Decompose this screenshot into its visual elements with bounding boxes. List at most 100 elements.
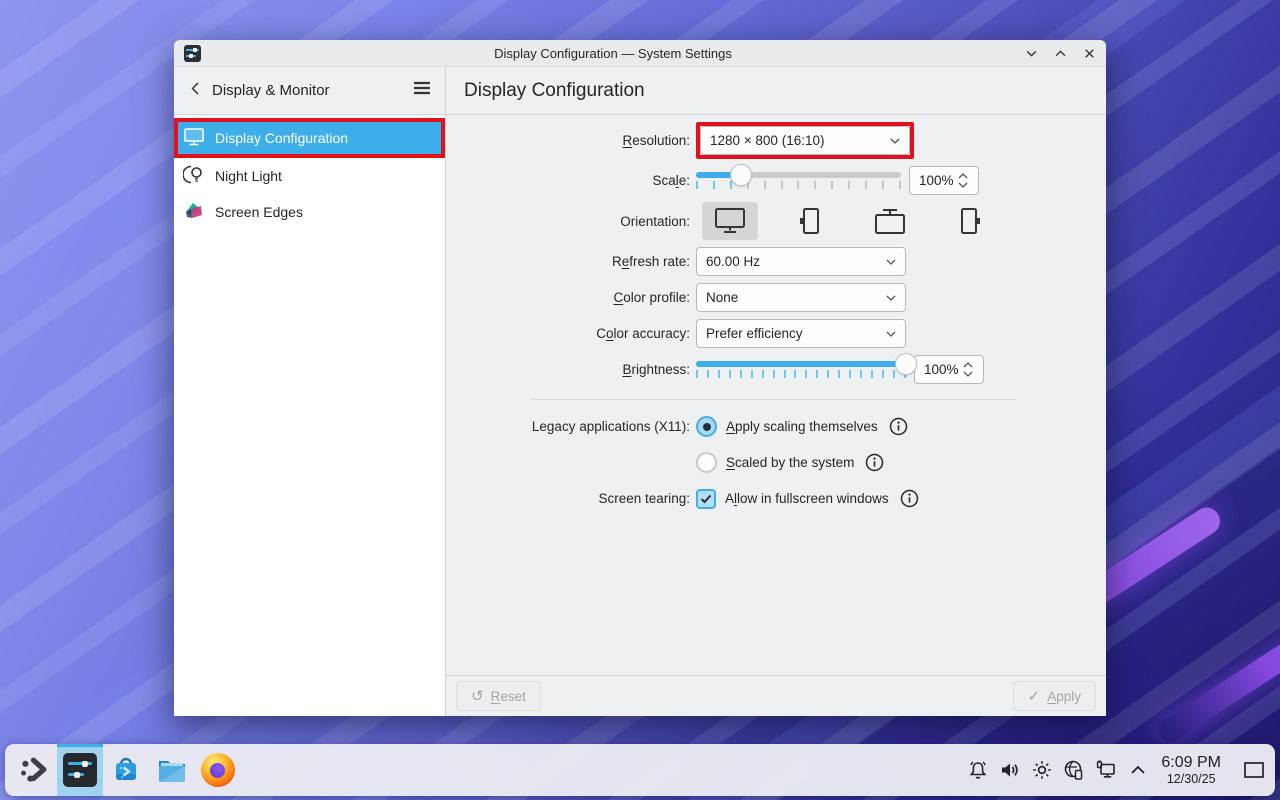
breadcrumb[interactable]: Display & Monitor (212, 82, 413, 99)
clock-date: 12/30/25 (1167, 772, 1216, 786)
check-icon (700, 494, 712, 504)
show-desktop-icon (1243, 761, 1265, 779)
scale-slider[interactable] (696, 166, 901, 195)
screen-tearing-label: Screen tearing: (446, 491, 696, 506)
spin-down-icon (958, 182, 968, 188)
clock-time: 6:09 PM (1161, 754, 1221, 772)
chevron-down-icon (886, 295, 896, 301)
discover-icon (109, 753, 143, 787)
apply-button[interactable]: ✓ Apply (1013, 681, 1096, 711)
show-desktop-button[interactable] (1239, 750, 1269, 790)
scale-label: Scale: (446, 173, 696, 188)
sidebar-item-label: Night Light (215, 168, 282, 184)
refresh-rate-dropdown[interactable]: 60.00 Hz (696, 247, 906, 276)
resolution-dropdown[interactable]: 1280 × 800 (16:10) (700, 126, 910, 155)
monitor-icon (183, 126, 205, 150)
kde-launcher-icon (18, 756, 50, 784)
info-icon[interactable] (865, 453, 884, 472)
brightness-row: Brightness: 100% (446, 355, 1106, 384)
legacy-x11-label: Legacy applications (X11): (446, 419, 696, 434)
scale-slider-handle[interactable] (730, 164, 752, 186)
display-config-form: Resolution: 1280 × 800 (16:10) Scale: (446, 115, 1106, 675)
brightness-slider[interactable] (696, 355, 906, 384)
back-icon[interactable] (188, 81, 202, 101)
minimize-icon[interactable] (1025, 47, 1038, 60)
color-profile-row: Color profile: None (446, 283, 1106, 312)
spin-down-icon (963, 371, 973, 377)
orientation-landscape-flipped-button[interactable] (862, 202, 918, 240)
brightness-icon[interactable] (1029, 757, 1055, 783)
brightness-label: Brightness: (446, 362, 696, 377)
system-settings-app-icon (184, 45, 201, 62)
taskbar-item-firefox[interactable] (195, 744, 241, 796)
color-accuracy-dropdown[interactable]: Prefer efficiency (696, 319, 906, 348)
color-profile-value: None (706, 290, 886, 305)
app-launcher-button[interactable] (11, 744, 57, 796)
info-icon[interactable] (889, 417, 908, 436)
color-accuracy-value: Prefer efficiency (706, 326, 886, 341)
maximize-icon[interactable] (1054, 47, 1067, 60)
orientation-portrait-button[interactable] (782, 202, 838, 240)
brightness-slider-handle[interactable] (895, 353, 917, 375)
orientation-portrait-flipped-button[interactable] (942, 202, 998, 240)
chevron-down-icon (886, 331, 896, 337)
checkbox-allow-fullscreen-tearing[interactable] (696, 489, 716, 509)
orientation-label: Orientation: (446, 214, 696, 229)
system-settings-window: Display Configuration — System Settings … (174, 40, 1106, 716)
taskbar-item-files[interactable] (149, 744, 195, 796)
hamburger-menu-icon[interactable] (413, 81, 431, 100)
scale-spinbox[interactable]: 100% (909, 166, 979, 195)
taskbar-item-system-settings[interactable] (57, 744, 103, 796)
radio-scaled-by-system[interactable] (696, 452, 717, 473)
firefox-icon (201, 753, 235, 787)
system-tray: 6:09 PM 12/30/25 (965, 750, 1269, 790)
screen-tearing-row: Screen tearing: Allow in fullscreen wind… (446, 484, 1106, 513)
resolution-label: Resolution: (446, 133, 696, 148)
scale-value: 100% (919, 173, 954, 188)
refresh-rate-label: Refresh rate: (446, 254, 696, 269)
notifications-bell-icon[interactable] (965, 757, 991, 783)
orientation-row: Orientation: (446, 202, 1106, 240)
scale-slider-ticks (696, 181, 901, 189)
resolution-row: Resolution: 1280 × 800 (16:10) (446, 122, 1106, 159)
section-divider (531, 399, 1016, 400)
taskbar: 6:09 PM 12/30/25 (5, 744, 1275, 796)
radio-apply-scaling-themselves[interactable] (696, 416, 717, 437)
resolution-value: 1280 × 800 (16:10) (710, 133, 890, 148)
chevron-down-icon (890, 138, 900, 144)
sidebar-list: Display Configuration Night Light Screen… (174, 115, 445, 716)
checkbox-allow-fullscreen-label[interactable]: Allow in fullscreen windows (725, 491, 889, 506)
sidebar: Display & Monitor Display Configuration … (174, 67, 446, 716)
annotation-highlight-resolution: 1280 × 800 (16:10) (696, 122, 914, 159)
kdeconnect-icon[interactable] (1061, 757, 1087, 783)
titlebar[interactable]: Display Configuration — System Settings (174, 40, 1106, 67)
color-profile-label: Color profile: (446, 290, 696, 305)
clock[interactable]: 6:09 PM 12/30/25 (1161, 754, 1221, 787)
orientation-landscape-button[interactable] (702, 202, 758, 240)
legacy-x11-row-1: Legacy applications (X11): Apply scaling… (446, 412, 1106, 441)
brightness-spinbox[interactable]: 100% (914, 355, 984, 384)
refresh-rate-row: Refresh rate: 60.00 Hz (446, 247, 1106, 276)
night-light-icon (183, 164, 205, 188)
spin-up-icon (963, 362, 973, 368)
screen-edges-icon (183, 200, 205, 224)
taskbar-item-discover[interactable] (103, 744, 149, 796)
legacy-x11-row-2: Scaled by the system (446, 448, 1106, 477)
volume-icon[interactable] (997, 757, 1023, 783)
brightness-slider-ticks (696, 370, 906, 378)
color-profile-dropdown[interactable]: None (696, 283, 906, 312)
radio-apply-scaling-label[interactable]: Apply scaling themselves (726, 419, 878, 434)
system-settings-icon (63, 753, 97, 787)
radio-scaled-by-system-label[interactable]: Scaled by the system (726, 455, 854, 470)
close-icon[interactable] (1083, 47, 1096, 60)
chevron-down-icon (886, 259, 896, 265)
folder-icon (155, 753, 189, 787)
wired-network-icon[interactable] (1093, 757, 1119, 783)
sidebar-item-display-configuration[interactable]: Display Configuration (174, 118, 445, 158)
reset-button[interactable]: ↺ Reset (456, 681, 541, 711)
expand-tray-chevron-icon[interactable] (1125, 757, 1151, 783)
color-accuracy-label: Color accuracy: (446, 326, 696, 341)
sidebar-item-night-light[interactable]: Night Light (174, 158, 445, 194)
sidebar-item-screen-edges[interactable]: Screen Edges (174, 194, 445, 230)
info-icon[interactable] (900, 489, 919, 508)
